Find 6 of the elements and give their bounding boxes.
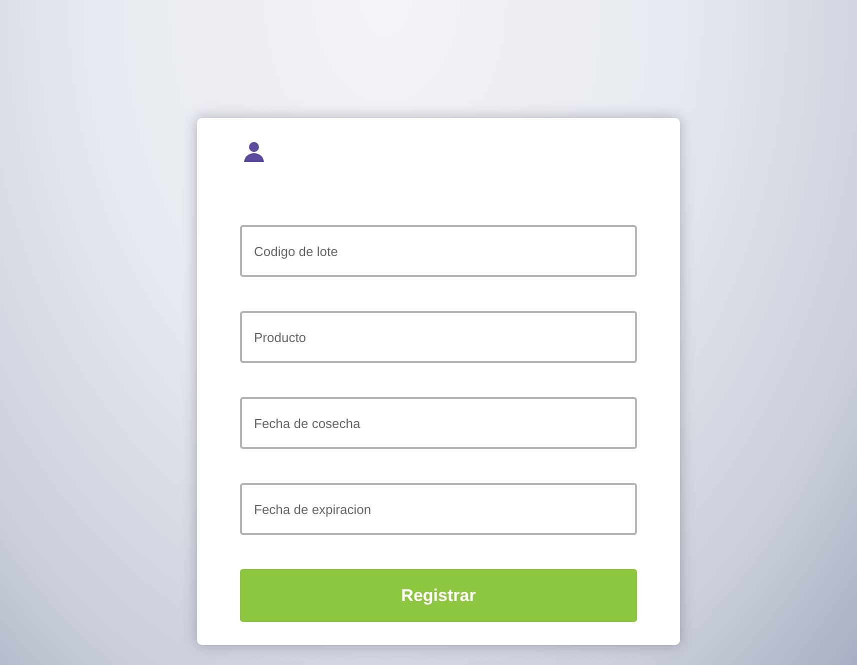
input-field[interactable]: Fecha de expiracion: [240, 483, 637, 535]
input-field[interactable]: Codigo de lote: [240, 225, 637, 277]
register-button[interactable]: Registrar: [240, 569, 637, 622]
input-field[interactable]: Producto: [240, 311, 637, 363]
input-field[interactable]: Fecha de cosecha: [240, 397, 637, 449]
user-icon: [243, 140, 265, 162]
